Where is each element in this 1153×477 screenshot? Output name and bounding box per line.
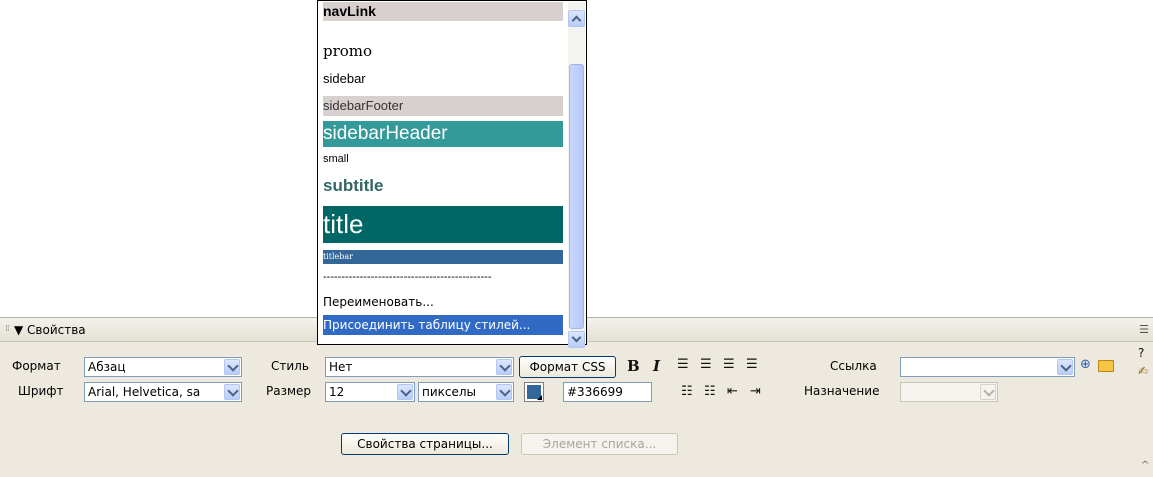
properties-panel-body: Формат Абзац Стиль Нет Формат CSS B I ☰ … — [0, 342, 1153, 477]
folder-icon[interactable] — [1098, 360, 1114, 372]
target-label: Назначение — [804, 384, 880, 398]
list-item[interactable]: subtitle — [323, 176, 563, 198]
unit-select[interactable]: пикселы — [418, 382, 514, 402]
target-select[interactable] — [900, 382, 998, 402]
picker-arrow-icon — [537, 395, 542, 400]
scroll-up-icon[interactable] — [568, 10, 585, 27]
list-item-attach-stylesheet[interactable]: Присоединить таблицу стилей... — [323, 315, 563, 335]
outdent-icon[interactable]: ⇤ — [727, 384, 738, 399]
grip-icon[interactable]: ⁞⁞ — [5, 324, 10, 334]
unordered-list-icon[interactable]: ☷ — [681, 384, 693, 399]
link-input[interactable] — [900, 357, 1075, 377]
scroll-down-icon[interactable] — [568, 331, 585, 348]
italic-icon[interactable]: I — [653, 357, 660, 375]
font-label: Шрифт — [18, 384, 64, 398]
list-item[interactable]: small — [323, 153, 563, 169]
chevron-down-icon[interactable] — [496, 359, 512, 375]
chevron-down-icon[interactable] — [496, 384, 512, 400]
list-item[interactable]: promo — [323, 42, 563, 64]
indent-icon[interactable]: ⇥ — [750, 384, 761, 399]
format-select[interactable]: Абзац — [84, 357, 242, 377]
style-label: Стиль — [271, 359, 309, 373]
list-item[interactable]: sidebarFooter — [323, 96, 563, 116]
list-item[interactable]: sidebar — [323, 71, 563, 91]
list-item[interactable]: title — [323, 206, 563, 243]
scrollbar-thumb[interactable] — [569, 64, 584, 329]
edit-icon[interactable]: ✍ — [1138, 364, 1148, 378]
size-label: Размер — [266, 384, 312, 398]
chevron-down-icon[interactable] — [397, 384, 413, 400]
list-divider: ----------------------------------------… — [323, 271, 492, 283]
list-item-button[interactable]: Элемент списка... — [521, 433, 678, 455]
align-right-icon[interactable]: ☰ — [723, 357, 735, 372]
chevron-down-icon[interactable] — [980, 384, 996, 400]
chevron-down-icon[interactable] — [224, 359, 240, 375]
list-item[interactable]: sidebarHeader — [323, 121, 563, 147]
chevron-down-icon[interactable] — [1057, 359, 1073, 375]
page-properties-button[interactable]: Свойства страницы... — [341, 433, 509, 455]
bold-icon[interactable]: B — [627, 357, 640, 375]
align-center-icon[interactable]: ☰ — [700, 357, 712, 372]
align-left-icon[interactable]: ☰ — [677, 357, 689, 372]
list-item[interactable]: navLink — [323, 2, 563, 21]
help-icon[interactable]: ? — [1138, 346, 1144, 360]
link-label: Ссылка — [830, 359, 877, 373]
dropdown-scrollbar[interactable] — [568, 2, 585, 348]
size-select[interactable]: 12 — [325, 382, 415, 402]
color-hex-input[interactable]: #336699 — [563, 382, 652, 402]
style-select[interactable]: Нет — [325, 357, 514, 377]
text-color-picker[interactable] — [524, 382, 544, 402]
format-label: Формат — [12, 359, 61, 373]
css-format-button[interactable]: Формат CSS — [519, 356, 616, 378]
collapse-icon[interactable]: ^ — [1141, 460, 1149, 471]
ordered-list-icon[interactable]: ☷ — [704, 384, 716, 399]
list-item[interactable]: titlebar — [323, 250, 563, 264]
list-item-rename[interactable]: Переименовать... — [323, 293, 563, 311]
options-menu-icon[interactable]: ☰ — [1139, 323, 1149, 336]
chevron-down-icon[interactable] — [224, 384, 240, 400]
point-to-file-icon[interactable]: ⊕ — [1080, 357, 1091, 372]
font-select[interactable]: Arial, Helvetica, sa — [84, 382, 242, 402]
align-justify-icon[interactable]: ☰ — [746, 357, 758, 372]
style-dropdown-list[interactable]: navLink promo sidebar sidebarFooter side… — [317, 0, 587, 348]
panel-title[interactable]: ▼ Свойства — [14, 323, 86, 337]
